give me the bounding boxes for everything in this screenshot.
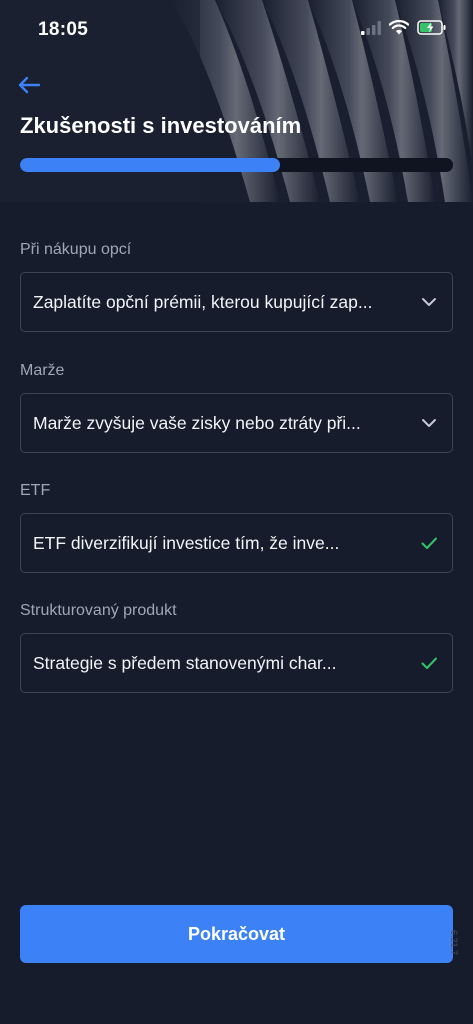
options-dropdown[interactable]: Zaplatíte opční prémii, kterou kupující … <box>20 272 453 332</box>
status-time: 18:05 <box>38 19 89 40</box>
field-label: Marže <box>20 362 65 379</box>
field-value: Zaplatíte opční prémii, kterou kupující … <box>33 291 373 312</box>
field-value: Marže zvyšuje vaše zisky nebo ztráty při… <box>33 412 361 433</box>
progress-bar <box>20 158 453 172</box>
question-margin: Marže Marže zvyšuje vaše zisky nebo ztrá… <box>20 361 453 453</box>
field-value: Strategie s předem stanovenými char... <box>33 652 337 673</box>
app-version: 6.21.7 <box>449 930 459 956</box>
arrow-left-icon <box>18 76 41 94</box>
field-label: Strukturovaný produkt <box>20 602 177 619</box>
margin-dropdown[interactable]: Marže zvyšuje vaše zisky nebo ztráty při… <box>20 393 453 453</box>
question-options: Při nákupu opcí Zaplatíte opční prémii, … <box>20 240 453 332</box>
battery-charging-icon <box>417 20 446 35</box>
status-icons <box>361 20 447 35</box>
chevron-down-icon <box>422 419 436 427</box>
field-label: ETF <box>20 482 51 499</box>
page-title: Zkušenosti s investováním <box>20 113 302 138</box>
continue-button[interactable]: Pokračovat <box>20 905 453 963</box>
wifi-icon <box>389 20 409 35</box>
field-value: ETF diverzifikují investice tím, že inve… <box>33 532 340 553</box>
checkmark-icon <box>421 657 437 669</box>
structured-product-dropdown[interactable]: Strategie s předem stanovenými char... <box>20 633 453 693</box>
field-label: Při nákupu opcí <box>20 241 132 258</box>
question-etf: ETF ETF diverzifikují investice tím, že … <box>20 481 453 573</box>
chevron-down-icon <box>422 298 436 306</box>
checkmark-icon <box>421 537 437 549</box>
progress-bar-fill <box>20 158 280 172</box>
back-button[interactable] <box>14 70 44 100</box>
status-bar: 18:05 <box>0 0 473 60</box>
etf-dropdown[interactable]: ETF diverzifikují investice tím, že inve… <box>20 513 453 573</box>
question-structured-product: Strukturovaný produkt Strategie s předem… <box>20 601 453 693</box>
cellular-signal-icon <box>361 20 381 35</box>
